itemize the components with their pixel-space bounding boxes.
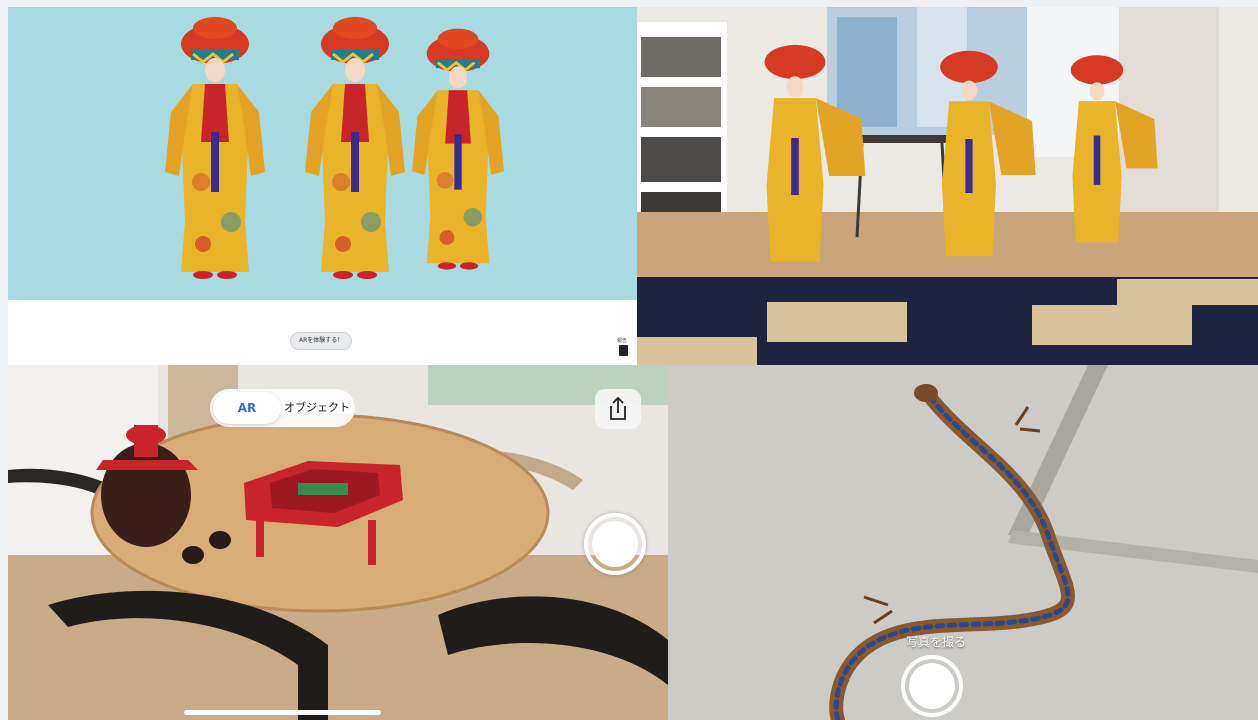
mode-segmented-control: AR オブジェクト	[210, 389, 355, 427]
dancers-preview-panel: ARを体験する！ 報告	[8, 7, 637, 365]
segment-object[interactable]: オブジェクト	[282, 392, 352, 424]
home-indicator	[184, 710, 381, 715]
office-scene-photo	[637, 7, 1258, 365]
share-button[interactable]	[595, 389, 641, 429]
try-ar-button[interactable]: ARを体験する！	[290, 332, 353, 350]
shutter-button[interactable]	[901, 655, 963, 717]
table-ar-panel: AR オブジェクト	[8, 365, 668, 720]
office-ar-panel	[637, 7, 1258, 365]
dancer-model-3	[410, 27, 506, 272]
dancer-models-illustration	[163, 15, 506, 281]
ceiling-scene-photo	[668, 365, 1258, 720]
shutter-inner	[909, 663, 955, 709]
shutter-inner	[592, 521, 638, 567]
dancer-model-2	[303, 15, 407, 281]
dragon-ar-panel: 写真を撮る	[668, 365, 1258, 720]
corner-label: 報告	[617, 338, 628, 344]
segment-ar[interactable]: AR	[213, 392, 281, 424]
collage-screen: ARを体験する！ 報告 AR オブジェクト 写真を撮る	[0, 0, 1258, 720]
document-icon[interactable]	[619, 345, 628, 356]
shutter-button[interactable]	[584, 513, 646, 575]
dancer-model-1	[163, 15, 267, 281]
dancers-stage	[8, 7, 637, 300]
share-icon	[610, 396, 626, 420]
take-photo-caption: 写真を撮る	[905, 635, 966, 649]
